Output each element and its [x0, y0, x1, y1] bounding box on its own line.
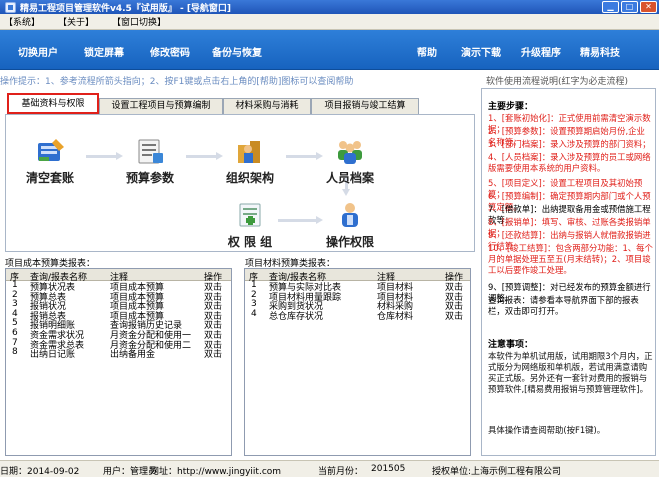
table-cell: 5 — [12, 318, 18, 329]
table-cell: 出纳备用金 — [110, 350, 156, 361]
permission-group-icon — [234, 201, 266, 229]
table-cell: 2 — [12, 289, 18, 300]
flow-node-permission-group[interactable]: 权 限 组 — [210, 201, 290, 250]
close-icon[interactable]: ✕ — [640, 1, 657, 13]
upgrade-button[interactable]: 升级程序 — [521, 44, 561, 59]
status-bar: 日期：2014-09-02 用户：管理员 网址：http://www.jingy… — [0, 460, 659, 477]
table-cell: 双击 — [445, 311, 464, 322]
step-item: 10、[竣工结算]：包含两部分功能：1、每个月的单据处理五至五(月末结转)；2、… — [488, 243, 653, 275]
clear-account-icon — [34, 137, 66, 165]
minimize-icon[interactable]: ▁ — [602, 1, 619, 13]
notes-text: 本软件为单机试用版，试用期限3个月内，正式版分为网络版和单机版，若试用满意请购买… — [488, 351, 653, 394]
flow-node-label: 人员档案 — [325, 171, 374, 185]
jingyi-tech-button[interactable]: 精易科技 — [580, 44, 620, 59]
operation-permission-icon — [334, 201, 366, 229]
menu-bar: 【系统】 【关于】 【窗口切换】 — [0, 14, 659, 30]
table-cell: 3 — [12, 299, 18, 310]
step-item: 4、[人员档案]：录入涉及预算的员工或网络版需要使用本系统的用户资料。 — [488, 152, 651, 173]
flow-node-label: 预算参数 — [125, 171, 174, 185]
table-cell: 3 — [251, 299, 257, 310]
flow-node-label: 操作权限 — [325, 235, 374, 249]
window-title: 精易工程项目管理软件v4.5『试用版』 - [导航窗口] — [20, 4, 232, 14]
tab-reimburse-settle[interactable]: 项目报销与竣工结算 — [311, 98, 419, 115]
status-user: 用户：管理员 — [103, 467, 158, 477]
lock-screen-button[interactable]: 锁定屏幕 — [84, 44, 124, 59]
table-cell: 2 — [251, 289, 257, 300]
table-cell: 8 — [12, 347, 18, 358]
table-cell: 7 — [12, 337, 18, 348]
org-structure-icon — [234, 137, 266, 165]
step-item: 3、[部门档案]：录入涉及预算的部门资料； — [488, 139, 651, 149]
status-month: 201505 — [371, 464, 406, 474]
table-row[interactable]: 8 出纳日记账 出纳备用金 双击 — [6, 347, 231, 361]
flow-node-operation-permission[interactable]: 操作权限 — [310, 201, 390, 250]
flow-node-org-structure[interactable]: 组织架构 — [210, 137, 290, 186]
status-website: 网址：http://www.jingyiit.com — [150, 467, 282, 477]
step-item: 查询报表：请参看本导航界面下部的报表栏，双击即可打开。 — [488, 295, 639, 316]
change-password-button[interactable]: 修改密码 — [150, 44, 190, 59]
app-icon — [5, 2, 16, 13]
table-cell: 出纳日记账 — [30, 350, 76, 361]
table-cell: 4 — [12, 308, 18, 319]
toolbar: 切换用户 锁定屏幕 修改密码 备份与恢复 帮助 演示下载 升级程序 精易科技 — [0, 30, 659, 70]
tab-project-budget[interactable]: 设置工程项目与预算编制 — [99, 98, 223, 115]
backup-restore-button[interactable]: 备份与恢复 — [212, 44, 262, 59]
window-title-bar: 精易工程项目管理软件v4.5『试用版』 - [导航窗口] ▁ □ ✕ — [0, 0, 659, 14]
table-row[interactable]: 4 总仓库存状况 仓库材料 双击 — [245, 308, 470, 322]
material-report-table: 序 查询/报表名称 注释 操作 1 预算与实际对比表 项目材料 双击 2 项目材料用量跟踪… — [244, 268, 471, 456]
flow-node-label: 组织架构 — [225, 171, 274, 185]
flow-node-budget-params[interactable]: 预算参数 — [110, 137, 190, 186]
budget-params-icon — [134, 137, 166, 165]
personnel-group-icon — [334, 137, 366, 165]
demo-download-button[interactable]: 演示下载 — [461, 44, 501, 59]
menu-about[interactable]: 【关于】 — [58, 15, 94, 28]
flow-node-label: 权 限 组 — [227, 235, 273, 249]
status-date: 日期：2014-09-02 — [0, 467, 80, 477]
help-button[interactable]: 帮助 — [417, 44, 437, 59]
menu-window-switch[interactable]: 【窗口切换】 — [112, 15, 166, 28]
table-cell: 1 — [251, 280, 257, 290]
maximize-icon[interactable]: □ — [621, 1, 638, 13]
flow-node-clear-account[interactable]: 清空套账 — [10, 137, 90, 186]
flow-node-personnel[interactable]: 人员档案 — [310, 137, 390, 186]
status-license: 授权单位:上海示例工程有限公司 — [432, 467, 562, 477]
operation-hint: 操作提示：1、参考流程所箭头指向；2、按F1键或点击右上角的[帮助]图标可以查阅… — [0, 77, 354, 87]
cost-report-table: 序 查询/报表名称 注释 操作 1 预算状况表 项目成本预算 双击 2 预算总表 项目成本预… — [5, 268, 232, 456]
notes-heading: 注意事项： — [488, 340, 534, 350]
tab-material-purchase[interactable]: 材料采购与消耗 — [223, 98, 311, 115]
steps-heading: 主要步骤： — [488, 102, 534, 112]
table-cell: 双击 — [204, 350, 223, 361]
table-cell: 1 — [12, 280, 18, 290]
menu-system[interactable]: 【系统】 — [4, 15, 40, 28]
tab-basic-data[interactable]: 基础资料与权限 — [7, 93, 99, 114]
table-cell: 6 — [12, 327, 18, 338]
switch-user-button[interactable]: 切换用户 — [18, 44, 58, 59]
flow-node-label: 清空套账 — [25, 171, 74, 185]
table-cell: 4 — [251, 308, 257, 319]
notes-help-text: 具体操作请查阅帮助(按F1键)。 — [488, 425, 606, 435]
status-month-label: 当前月份： — [318, 467, 364, 477]
instruction-panel: 主要步骤： 1、[套账初始化]：正式使用前需清空演示数据； 2、[预算参数]：设… — [481, 88, 656, 456]
tab-bar: 基础资料与权限 设置工程项目与预算编制 材料采购与消耗 项目报销与竣工结算 — [5, 93, 475, 115]
side-panel-title: 软件使用流程说明(红字为必走流程) — [486, 77, 629, 87]
flow-panel: 清空套账 预算参数 组织架构 人员档案 权 限 组 操作权限 — [5, 114, 475, 252]
table-cell: 总仓库存状况 — [269, 311, 324, 322]
table-cell: 仓库材料 — [377, 311, 414, 322]
